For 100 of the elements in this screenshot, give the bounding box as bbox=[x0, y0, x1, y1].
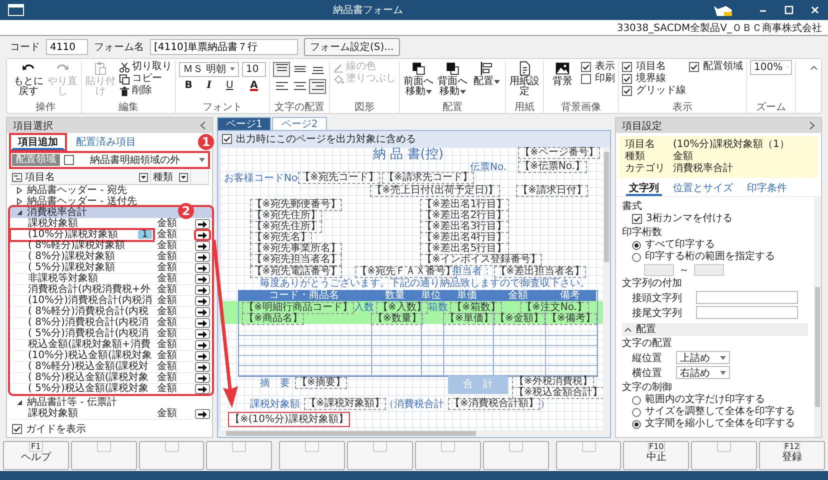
add-item-button[interactable] bbox=[195, 351, 210, 361]
digits-from-field[interactable] bbox=[644, 264, 674, 276]
add-item-button[interactable] bbox=[195, 285, 210, 295]
form-field[interactable]: 【※ページ番号】 bbox=[518, 147, 600, 159]
form-field[interactable]: 【※売上日付(出荷予定日)】 bbox=[370, 185, 500, 197]
form-field[interactable]: 【※請求日付】 bbox=[516, 185, 588, 197]
tab[interactable]: 文字列 bbox=[626, 181, 662, 196]
undo-button[interactable]: もとに戻す bbox=[13, 61, 44, 97]
select-field[interactable]: 上詰め bbox=[676, 351, 730, 364]
radio-button[interactable] bbox=[632, 240, 641, 250]
checkbox[interactable]: 印刷 bbox=[581, 73, 615, 85]
text-field[interactable] bbox=[696, 291, 798, 304]
form-field[interactable]: 【※入数】 bbox=[376, 302, 428, 314]
form-field[interactable]: 【※箱数】 bbox=[450, 302, 502, 314]
form-field[interactable]: 【※備考】 bbox=[545, 313, 598, 325]
copy-button[interactable]: コピー bbox=[119, 73, 172, 85]
tab[interactable]: 位置とサイズ bbox=[670, 181, 736, 196]
add-item-button[interactable] bbox=[195, 318, 210, 328]
page-tab[interactable]: ページ2 bbox=[272, 117, 327, 130]
form-field[interactable]: 【※差出名5行目】 bbox=[420, 243, 509, 255]
tab[interactable]: 印字条件 bbox=[744, 181, 790, 196]
form-field[interactable]: 【※宛先コード】 bbox=[298, 172, 380, 184]
item-name[interactable]: ( 8%分)税込金額(課税対象 bbox=[10, 372, 154, 384]
add-item-button[interactable] bbox=[195, 362, 210, 372]
form-settings-button[interactable]: フォーム設定(S)... bbox=[304, 38, 400, 56]
form-field[interactable]: 【※(10%分)課税対象額】 bbox=[228, 412, 350, 427]
form-name-field[interactable]: [4110]単票納品書７行 bbox=[150, 39, 298, 55]
font-color-button[interactable]: A bbox=[242, 80, 266, 90]
column-header[interactable]: 種類 bbox=[151, 170, 191, 184]
add-item-button[interactable] bbox=[195, 409, 210, 419]
form-field[interactable]: 【※課税対象額】 bbox=[304, 398, 386, 410]
digits-to-field[interactable] bbox=[694, 264, 724, 276]
form-field[interactable]: 【※宛先名】 bbox=[250, 232, 312, 244]
form-field[interactable]: 【※宛先電話番号】 bbox=[250, 266, 342, 278]
add-item-button[interactable] bbox=[195, 274, 210, 284]
column-header[interactable]: 項目名 bbox=[10, 170, 151, 184]
maximize-icon[interactable] bbox=[784, 5, 794, 15]
add-item-button[interactable] bbox=[195, 373, 210, 383]
filter-icon[interactable] bbox=[179, 172, 188, 182]
radio-option[interactable]: 範囲内の文字だけ印字する bbox=[622, 394, 808, 406]
checkbox[interactable]: 境界線 bbox=[622, 73, 686, 85]
form-field[interactable]: 【※宛先住所】 bbox=[250, 221, 322, 233]
item-name[interactable]: ( 5%分)税込金額(課税対象 bbox=[10, 383, 154, 395]
radio-option[interactable]: すべて印字する bbox=[622, 239, 808, 251]
guide-checkbox[interactable]: ガイドを表示 bbox=[7, 421, 212, 437]
form-field[interactable]: 【※宛先事業所名】 bbox=[250, 243, 342, 255]
tree-group-row[interactable]: 納品書ヘッダー - 宛先 bbox=[10, 185, 212, 196]
form-field[interactable]: 【※明細行商品コード】 bbox=[242, 302, 354, 314]
item-name[interactable]: ( 8%軽分)課税対象額 bbox=[10, 240, 154, 252]
form-field[interactable]: 【※差出名4行目】 bbox=[420, 232, 509, 244]
background-button[interactable]: 背景 bbox=[547, 61, 578, 87]
function-key[interactable]: F12 登録 bbox=[759, 441, 825, 470]
send-backward-button[interactable]: 背面へ移動 bbox=[437, 61, 468, 97]
form-field[interactable]: 【※金額】 bbox=[493, 313, 546, 325]
underline-button[interactable]: U bbox=[220, 80, 239, 90]
bring-forward-button[interactable]: 前面へ移動 bbox=[403, 61, 434, 97]
item-name[interactable]: ( 8%軽分)税込金額(課税対 bbox=[10, 361, 154, 373]
checkbox[interactable]: 項目名 bbox=[622, 61, 686, 73]
item-name[interactable]: 非課税等対象額 bbox=[10, 273, 154, 285]
form-field[interactable]: 【※外税消費税】 bbox=[512, 376, 594, 388]
radio-button[interactable] bbox=[632, 252, 641, 262]
close-icon[interactable] bbox=[810, 5, 820, 15]
chevron-right-icon[interactable] bbox=[809, 121, 815, 130]
bold-button[interactable]: B bbox=[179, 80, 198, 90]
item-name[interactable]: 税込金額(課税対象額+消費 bbox=[10, 339, 154, 351]
item-name[interactable]: ( 5%分)課税対象額 bbox=[10, 262, 154, 274]
text-field[interactable] bbox=[696, 306, 798, 319]
form-field[interactable]: 【※宛先郵便番号】 bbox=[250, 199, 342, 211]
chevron-left-icon[interactable] bbox=[200, 121, 206, 130]
add-item-button[interactable] bbox=[195, 329, 210, 339]
add-item-button[interactable] bbox=[195, 296, 210, 306]
delete-button[interactable]: 削除 bbox=[119, 85, 172, 97]
include-page-checkbox[interactable]: 出力時にこのページを出力対象に含める bbox=[218, 131, 610, 147]
paper-settings-button[interactable]: 用紙設定 bbox=[509, 61, 540, 97]
radio-button[interactable] bbox=[632, 420, 641, 428]
font-size-field[interactable]: 10 bbox=[242, 62, 266, 76]
item-name[interactable]: (10%分)税込金額(課税対象 bbox=[10, 350, 154, 362]
zoom-select[interactable]: 100% bbox=[750, 60, 792, 74]
checkbox[interactable]: グリッド線 bbox=[622, 85, 686, 97]
filter-icon[interactable] bbox=[139, 172, 148, 182]
checkbox[interactable]: 表示 bbox=[581, 61, 615, 73]
section-header[interactable]: 配置 bbox=[622, 323, 808, 336]
page-tab[interactable]: ページ1 bbox=[217, 117, 272, 130]
tab[interactable]: 配置済み項目 bbox=[69, 135, 143, 150]
form-field[interactable]: 【※インボイス登録番号】 bbox=[420, 254, 542, 266]
checkbox[interactable]: 3桁カンマを付ける bbox=[622, 213, 808, 225]
font-select[interactable]: ＭＳ 明朝 bbox=[179, 62, 239, 76]
add-item-button[interactable] bbox=[195, 340, 210, 350]
form-field[interactable]: 【※請求先コード】 bbox=[382, 172, 474, 184]
radio-option[interactable]: 文字間を縮小して全体を印字する bbox=[622, 418, 808, 430]
form-field[interactable]: 【※宛先住所】 bbox=[250, 210, 322, 222]
radio-option[interactable]: サイズを調整して全体を印字する bbox=[622, 406, 808, 418]
item-name[interactable]: ( 8%分)消費税合計(内税消 bbox=[10, 317, 154, 329]
form-field[interactable]: 【※差出名1行目】 bbox=[420, 199, 509, 211]
add-item-button[interactable] bbox=[195, 252, 210, 262]
item-name[interactable]: ( 5%分)消費税合計(内税消 bbox=[10, 328, 154, 340]
area-select[interactable]: 納品書明細領域の外 bbox=[80, 153, 207, 167]
form-field[interactable]: 【※単価】 bbox=[443, 313, 496, 325]
function-key[interactable]: F1 ヘルプ bbox=[3, 441, 69, 470]
radio-option[interactable]: 印字する桁の範囲を指定する bbox=[622, 251, 808, 263]
